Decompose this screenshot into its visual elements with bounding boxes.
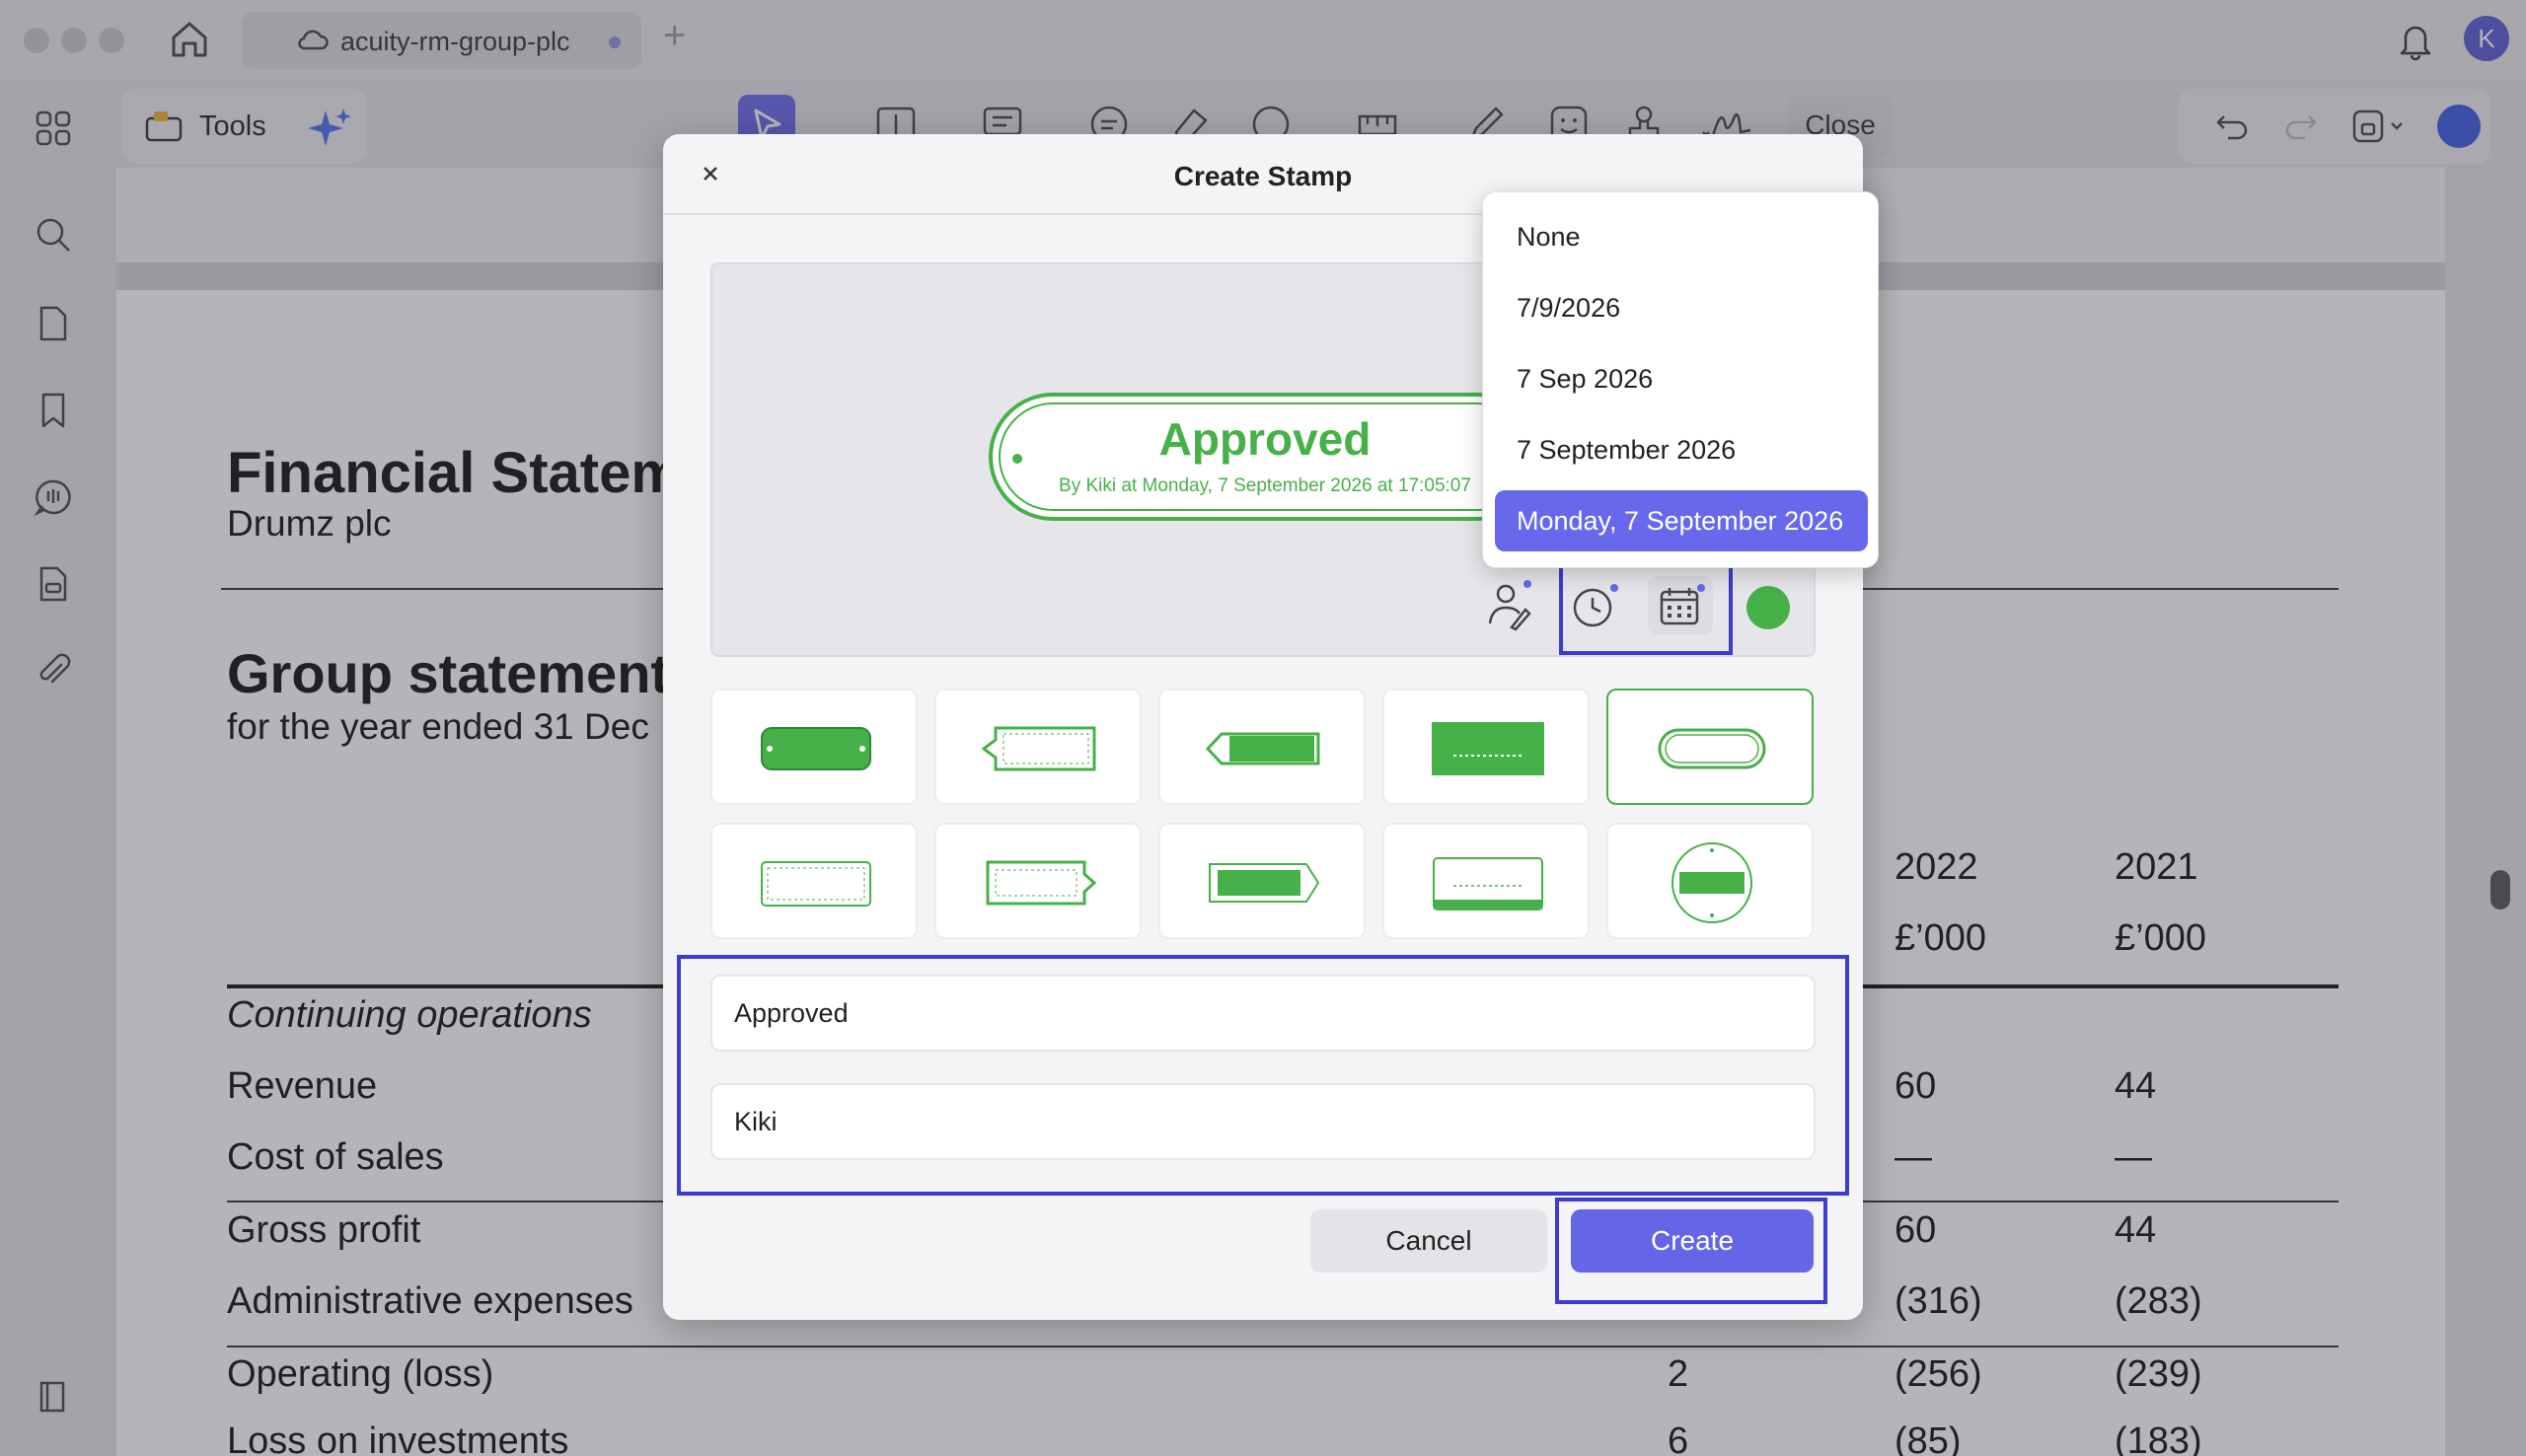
- stamp-template[interactable]: [710, 689, 918, 805]
- stamp-preview-shape: Approved By Kiki at Monday, 7 September …: [989, 393, 1541, 521]
- create-button[interactable]: Create: [1571, 1209, 1814, 1273]
- stamp-template[interactable]: [1382, 689, 1590, 805]
- stamp-template[interactable]: [934, 823, 1142, 939]
- highlight-date-time-options: [1559, 556, 1733, 655]
- stamp-text-field[interactable]: [710, 975, 1816, 1052]
- stamp-template[interactable]: [1606, 823, 1814, 939]
- date-option-short[interactable]: 7 Sep 2026: [1495, 348, 1868, 409]
- stamp-author-field[interactable]: [710, 1083, 1816, 1160]
- cancel-button[interactable]: Cancel: [1310, 1209, 1547, 1273]
- stamp-preview-title: Approved: [1158, 413, 1372, 465]
- date-option-long[interactable]: 7 September 2026: [1495, 419, 1868, 480]
- stamp-template[interactable]: [1382, 823, 1590, 939]
- stamp-template[interactable]: [1158, 823, 1366, 939]
- dialog-title: Create Stamp: [1173, 161, 1353, 191]
- stamp-template[interactable]: [934, 689, 1142, 805]
- date-option-numeric[interactable]: 7/9/2026: [1495, 277, 1868, 338]
- date-option-none[interactable]: None: [1495, 206, 1868, 267]
- stamp-author-input[interactable]: [712, 1085, 1814, 1158]
- date-option-full-selected[interactable]: Monday, 7 September 2026: [1495, 490, 1868, 551]
- stamp-color-swatch[interactable]: [1746, 586, 1790, 629]
- stamp-template-selected[interactable]: [1606, 689, 1814, 805]
- date-format-dropdown: None 7/9/2026 7 Sep 2026 7 September 202…: [1482, 191, 1879, 568]
- stamp-preview-subtitle: By Kiki at Monday, 7 September 2026 at 1…: [1059, 475, 1471, 496]
- author-signature-icon[interactable]: [1482, 578, 1533, 633]
- stamp-text-input[interactable]: [712, 977, 1814, 1050]
- stamp-template[interactable]: [1158, 689, 1366, 805]
- stamp-template[interactable]: [710, 823, 918, 939]
